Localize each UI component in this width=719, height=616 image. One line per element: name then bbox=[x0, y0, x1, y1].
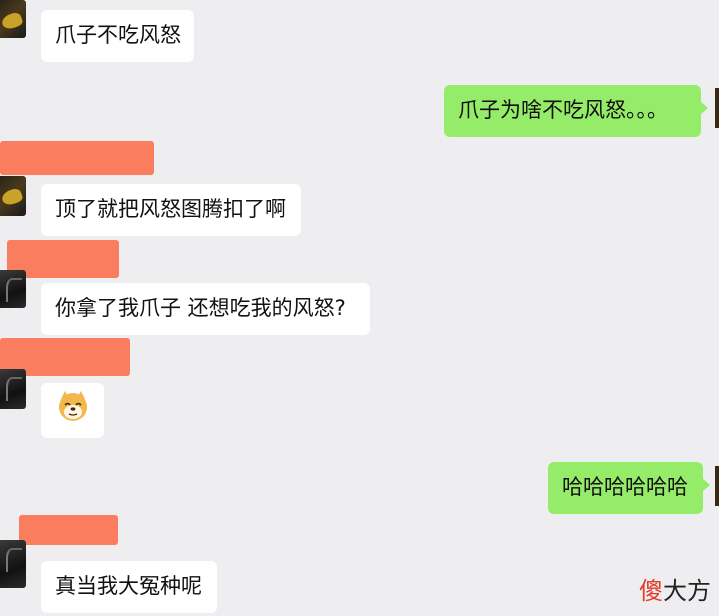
message-text: 爪子不吃风怒 bbox=[55, 23, 181, 47]
sender-avatar[interactable] bbox=[0, 369, 26, 409]
sender-avatar[interactable] bbox=[0, 176, 26, 216]
message-bubble[interactable]: 爪子不吃风怒 bbox=[41, 10, 194, 62]
message-bubble-own[interactable]: 爪子为啥不吃风怒。。。 bbox=[444, 85, 708, 137]
sender-avatar[interactable] bbox=[0, 540, 26, 588]
message-bubble-own[interactable]: 哈哈哈哈哈哈 bbox=[548, 462, 710, 514]
redacted-sender-name bbox=[0, 141, 154, 175]
message-text: 爪子为啥不吃风怒。。。 bbox=[458, 98, 668, 122]
message-text: 真当我大冤种呢 bbox=[55, 574, 202, 598]
redacted-sender-name bbox=[19, 515, 118, 545]
chat-area: 爪子不吃风怒 爪子为啥不吃风怒。。。 顶了就把风怒图腾扣了啊 你拿了我爪子 还想… bbox=[0, 0, 719, 616]
message-text: 哈哈哈哈哈哈 bbox=[562, 475, 688, 499]
own-avatar[interactable] bbox=[715, 466, 719, 506]
message-bubble[interactable]: 顶了就把风怒图腾扣了啊 bbox=[41, 184, 301, 236]
own-avatar[interactable] bbox=[715, 88, 719, 128]
doge-emoji-icon bbox=[58, 391, 87, 421]
message-bubble[interactable]: 真当我大冤种呢 bbox=[41, 561, 217, 613]
message-text: 顶了就把风怒图腾扣了啊 bbox=[55, 197, 286, 221]
message-text: 你拿了我爪子 还想吃我的风怒? bbox=[55, 296, 346, 320]
sender-avatar[interactable] bbox=[0, 0, 26, 38]
watermark-first-char: 傻 bbox=[639, 577, 663, 605]
site-watermark: 傻大方 bbox=[639, 571, 711, 606]
sender-avatar[interactable] bbox=[0, 270, 26, 308]
watermark-rest: 大方 bbox=[663, 577, 711, 605]
emoji-bubble[interactable] bbox=[41, 383, 104, 438]
message-bubble[interactable]: 你拿了我爪子 还想吃我的风怒? bbox=[41, 283, 370, 335]
